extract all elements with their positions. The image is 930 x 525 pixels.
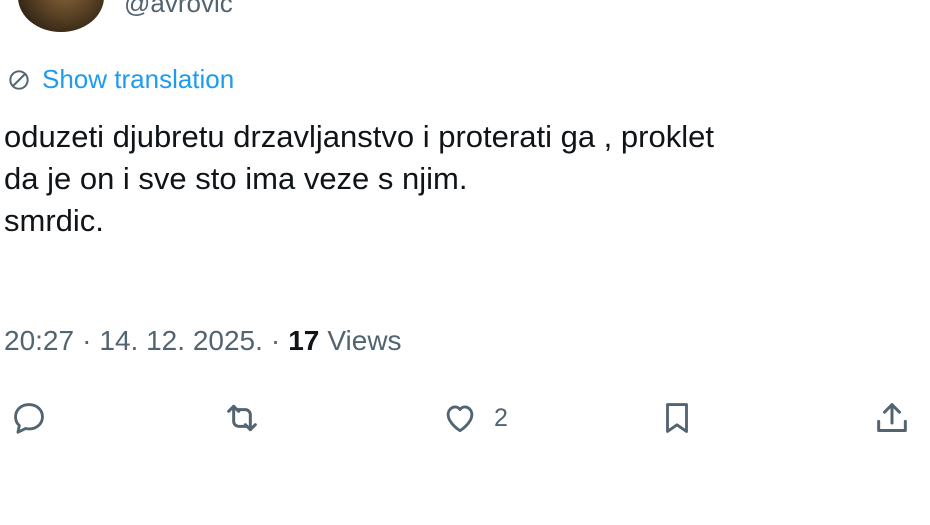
- views-label: Views: [327, 325, 402, 356]
- share-button[interactable]: [872, 396, 912, 440]
- author-handle[interactable]: @avrovic: [124, 0, 233, 16]
- meta-separator: ·: [270, 325, 281, 356]
- like-count: 2: [494, 403, 508, 432]
- globe-icon: [6, 67, 32, 93]
- retweet-icon: [220, 398, 264, 438]
- retweet-button[interactable]: [220, 396, 264, 440]
- show-translation-label: Show translation: [42, 64, 235, 94]
- reply-button[interactable]: [10, 396, 48, 440]
- show-translation-link[interactable]: Show translation: [6, 64, 234, 95]
- avatar[interactable]: [18, 0, 104, 32]
- heart-icon: [440, 399, 480, 437]
- action-bar: 2: [0, 396, 930, 444]
- tweet-time[interactable]: 20:27: [4, 325, 74, 357]
- tweet-line: smrdic.: [4, 203, 104, 238]
- like-button[interactable]: 2: [440, 396, 508, 440]
- tweet-line: da je on i sve sto ima veze s njim.: [4, 161, 468, 196]
- share-icon: [872, 398, 912, 438]
- reply-icon: [10, 399, 48, 437]
- tweet-line: oduzeti djubretu drzavljanstvo i protera…: [4, 119, 714, 154]
- meta-separator: ·: [82, 325, 92, 356]
- views-count: 17: [288, 325, 320, 356]
- bookmark-button[interactable]: [658, 396, 696, 440]
- bookmark-icon: [658, 398, 696, 438]
- tweet-text: oduzeti djubretu drzavljanstvo i protera…: [4, 116, 924, 242]
- tweet-date[interactable]: 14. 12. 2025.: [99, 325, 262, 357]
- tweet-meta: 20:27 · 14. 12. 2025. · 17 Views: [4, 325, 402, 357]
